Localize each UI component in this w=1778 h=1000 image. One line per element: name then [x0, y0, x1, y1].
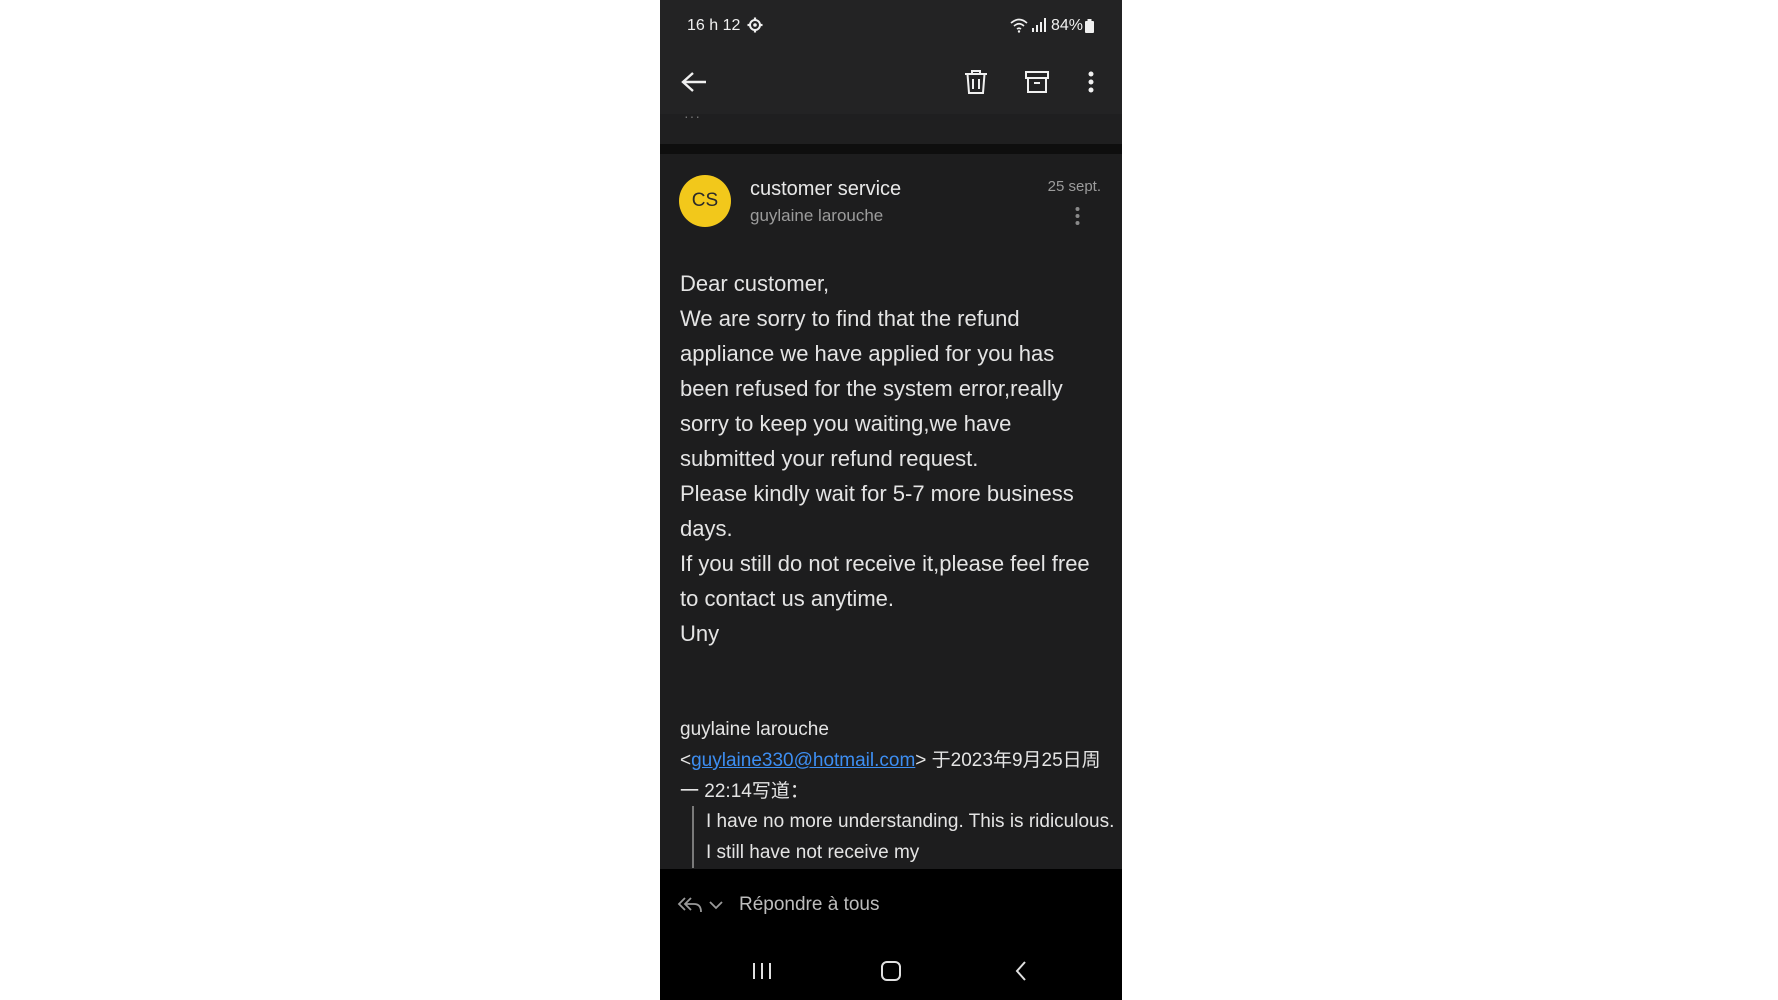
- avatar-initials: CS: [691, 190, 719, 211]
- more-options-button[interactable]: [1071, 62, 1111, 102]
- archive-icon: [1025, 71, 1049, 93]
- quoted-text: I have no more understanding. This is ri…: [706, 811, 1115, 863]
- back-chevron-icon: [1015, 961, 1026, 981]
- quoted-email-link[interactable]: guylaine330@hotmail.com: [691, 750, 915, 771]
- quoted-message: I have no more understanding. This is ri…: [692, 806, 1116, 868]
- archive-button[interactable]: [1017, 62, 1057, 102]
- body-paragraph: We are sorry to find that the refund app…: [680, 306, 1063, 471]
- previous-message-collapsed[interactable]: ···: [660, 108, 1122, 144]
- quote-header: guylaine larouche <guylaine330@hotmail.c…: [680, 714, 1105, 807]
- trash-icon: [965, 70, 987, 94]
- toolbar: [660, 52, 1122, 114]
- message-body: Dear customer, We are sorry to find that…: [680, 266, 1105, 651]
- back-arrow-icon: [681, 72, 706, 92]
- email-open-bracket: <: [680, 750, 692, 771]
- phone-screen: 16 h 12 84% ··· CS customer service guyl…: [660, 0, 1122, 1000]
- more-vert-icon: [1088, 71, 1094, 93]
- message-date: 25 sept.: [1047, 178, 1101, 195]
- body-paragraph: Please kindly wait for 5-7 more business…: [680, 481, 1074, 541]
- home-icon: [881, 961, 901, 981]
- system-nav-bar: [660, 942, 1122, 1000]
- back-button[interactable]: [674, 62, 714, 102]
- reply-bar: Répondre à tous: [660, 869, 1122, 942]
- recents-icon: [753, 963, 771, 979]
- ellipsis-icon: ···: [684, 108, 701, 124]
- recipient-name[interactable]: guylaine larouche: [750, 206, 883, 226]
- body-paragraph: Dear customer,: [680, 271, 830, 296]
- gear-icon: [747, 17, 763, 33]
- status-bar: 16 h 12 84%: [660, 0, 1122, 52]
- message-more-button[interactable]: [1067, 204, 1087, 228]
- recents-button[interactable]: [747, 958, 777, 984]
- reply-all-icon[interactable]: [677, 893, 703, 917]
- home-button[interactable]: [876, 958, 906, 984]
- wifi-icon: [1010, 18, 1028, 33]
- nav-back-button[interactable]: [1006, 958, 1036, 984]
- message-divider: [660, 144, 1122, 154]
- delete-button[interactable]: [956, 62, 996, 102]
- battery-percent: 84%: [1051, 17, 1084, 34]
- battery-icon: [1085, 19, 1094, 33]
- reply-all-button[interactable]: Répondre à tous: [739, 894, 880, 916]
- body-paragraph: Uny: [680, 621, 720, 646]
- body-paragraph: If you still do not receive it,please fe…: [680, 551, 1090, 611]
- sender-name[interactable]: customer service: [750, 178, 901, 201]
- more-vert-icon: [1075, 207, 1079, 225]
- avatar[interactable]: CS: [679, 175, 731, 227]
- message-header: CS customer service guylaine larouche 25…: [660, 154, 1122, 244]
- status-time: 16 h 12: [687, 17, 741, 34]
- quoted-sender-name: guylaine larouche: [680, 719, 829, 740]
- chevron-down-icon[interactable]: [708, 897, 724, 913]
- signal-icon: [1032, 18, 1046, 32]
